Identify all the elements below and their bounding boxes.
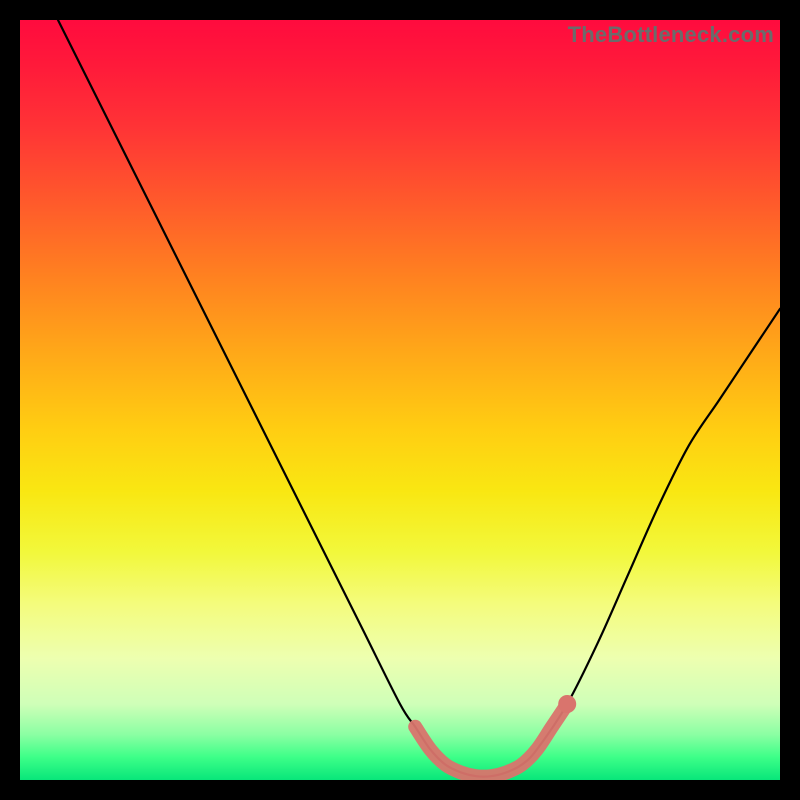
plot-area — [20, 20, 780, 780]
chart-frame: TheBottleneck.com — [20, 20, 780, 780]
highlight-segment — [415, 704, 567, 777]
highlight-dot — [558, 695, 576, 713]
main-curve — [58, 20, 780, 777]
curve-layer — [20, 20, 780, 780]
